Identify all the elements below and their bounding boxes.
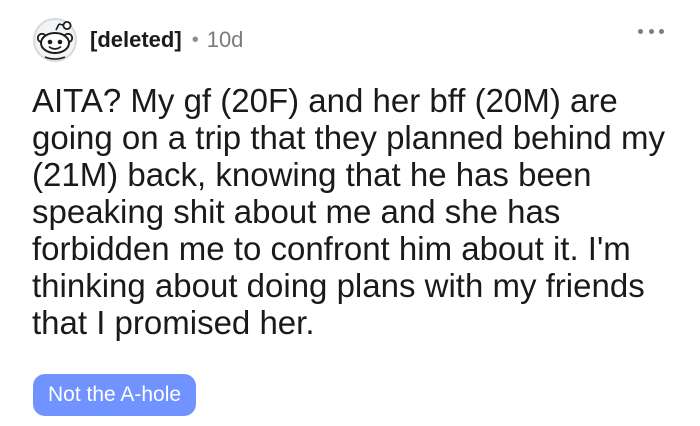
post-title[interactable]: AITA? My gf (20F) and her bff (20M) are … <box>32 82 672 341</box>
post-flair[interactable]: Not the A-hole <box>33 374 197 416</box>
author-name[interactable]: [deleted] <box>90 27 182 53</box>
more-horizontal-icon[interactable] <box>638 24 664 38</box>
snoo-avatar-icon[interactable] <box>32 17 78 63</box>
menu-dot <box>659 28 664 34</box>
post-card: [deleted] • 10d AITA? My gf (20F) and he… <box>0 0 700 426</box>
post-header: [deleted] • 10d <box>32 16 243 64</box>
post-age: 10d <box>206 27 244 52</box>
menu-dot <box>648 28 654 34</box>
menu-dot <box>638 28 643 34</box>
meta-separator: • <box>191 28 199 51</box>
